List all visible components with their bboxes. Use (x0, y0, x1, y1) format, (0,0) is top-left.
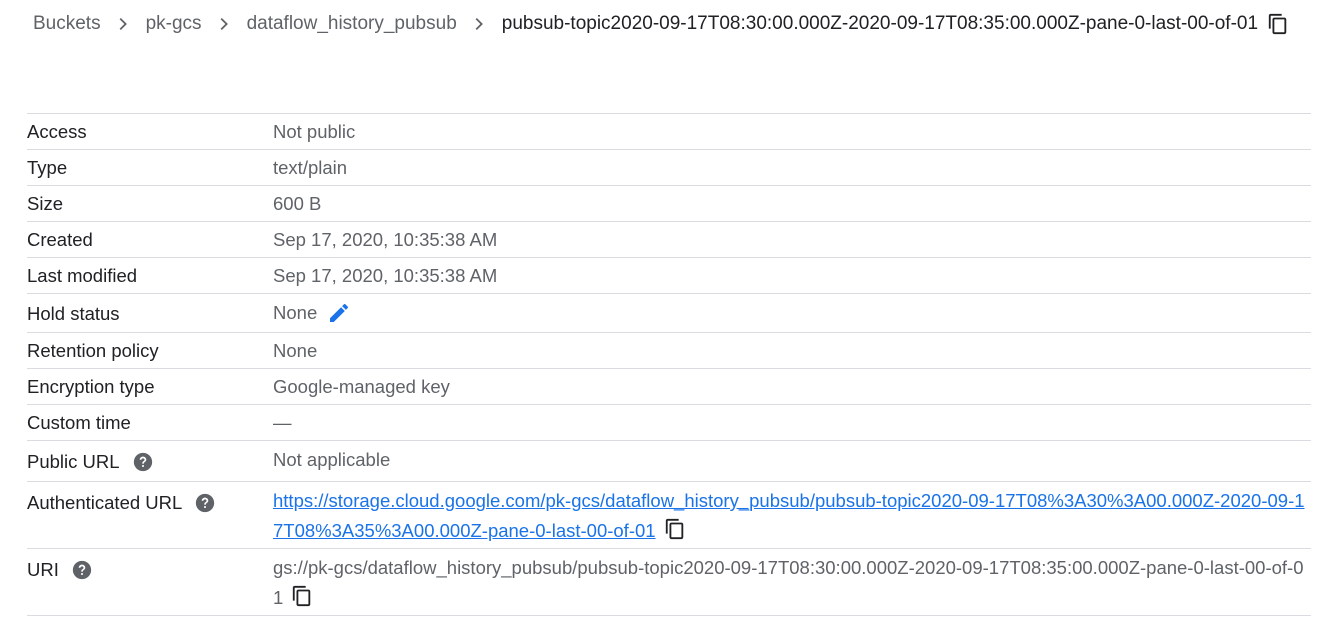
detail-value: None (273, 332, 1311, 369)
help-icon[interactable] (132, 451, 154, 473)
breadcrumb: Buckets pk-gcs dataflow_history_pubsub p… (33, 10, 1289, 38)
detail-value: Not public (273, 113, 1311, 150)
detail-value-cell: https://storage.cloud.google.com/pk-gcs/… (273, 481, 1311, 549)
detail-value: Not applicable (273, 440, 1311, 482)
detail-label: Authenticated URL (27, 492, 183, 513)
detail-row-authenticated-url: Authenticated URL https://storage.cloud.… (27, 481, 1311, 549)
detail-row-public-url: Public URL Not applicable (27, 440, 1311, 482)
detail-label: Custom time (27, 404, 273, 441)
help-icon[interactable] (194, 492, 216, 514)
detail-label-cell: Public URL (27, 440, 273, 482)
detail-label-cell: Authenticated URL (27, 481, 273, 549)
object-details-table: Access Not public Type text/plain Size 6… (27, 113, 1311, 616)
breadcrumb-current-object: pubsub-topic2020-09-17T08:30:00.000Z-202… (501, 13, 1259, 34)
breadcrumb-folder[interactable]: dataflow_history_pubsub (247, 13, 457, 35)
detail-label: Retention policy (27, 332, 273, 369)
detail-label: Type (27, 149, 273, 186)
breadcrumb-buckets[interactable]: Buckets (33, 13, 101, 35)
detail-label: Hold status (27, 293, 273, 333)
detail-row-uri: URI gs://pk-gcs/dataflow_history_pubsub/… (27, 548, 1311, 616)
detail-label: URI (27, 559, 59, 580)
detail-label: Encryption type (27, 368, 273, 405)
pencil-icon[interactable] (327, 301, 351, 325)
detail-row-retention-policy: Retention policy None (27, 332, 1311, 369)
detail-row-type: Type text/plain (27, 149, 1311, 186)
detail-row-last-modified: Last modified Sep 17, 2020, 10:35:38 AM (27, 257, 1311, 294)
breadcrumb-bucket[interactable]: pk-gcs (146, 13, 202, 35)
detail-value: 600 B (273, 185, 1311, 222)
authenticated-url-link[interactable]: https://storage.cloud.google.com/pk-gcs/… (273, 490, 1305, 541)
detail-row-created: Created Sep 17, 2020, 10:35:38 AM (27, 221, 1311, 258)
detail-row-custom-time: Custom time — (27, 404, 1311, 441)
detail-value-cell: None (273, 293, 1311, 333)
detail-value: None (273, 302, 318, 323)
uri-value: gs://pk-gcs/dataflow_history_pubsub/pubs… (273, 557, 1304, 608)
detail-row-access: Access Not public (27, 113, 1311, 150)
detail-label-cell: URI (27, 548, 273, 616)
detail-row-encryption-type: Encryption type Google-managed key (27, 368, 1311, 405)
detail-value-cell: gs://pk-gcs/dataflow_history_pubsub/pubs… (273, 548, 1311, 616)
help-icon[interactable] (71, 559, 93, 581)
copy-icon[interactable] (291, 585, 313, 607)
detail-value: Google-managed key (273, 368, 1311, 405)
detail-value: Sep 17, 2020, 10:35:38 AM (273, 221, 1311, 258)
detail-row-hold-status: Hold status None (27, 293, 1311, 333)
chevron-right-icon (214, 13, 236, 35)
detail-label: Created (27, 221, 273, 258)
detail-value: Sep 17, 2020, 10:35:38 AM (273, 257, 1311, 294)
chevron-right-icon (469, 13, 491, 35)
detail-label: Size (27, 185, 273, 222)
detail-label: Last modified (27, 257, 273, 294)
detail-value: text/plain (273, 149, 1311, 186)
detail-row-size: Size 600 B (27, 185, 1311, 222)
detail-value: — (273, 404, 1311, 441)
copy-icon[interactable] (664, 518, 686, 540)
copy-icon[interactable] (1267, 13, 1289, 35)
detail-label: Access (27, 113, 273, 150)
detail-label: Public URL (27, 451, 120, 472)
chevron-right-icon (113, 13, 135, 35)
